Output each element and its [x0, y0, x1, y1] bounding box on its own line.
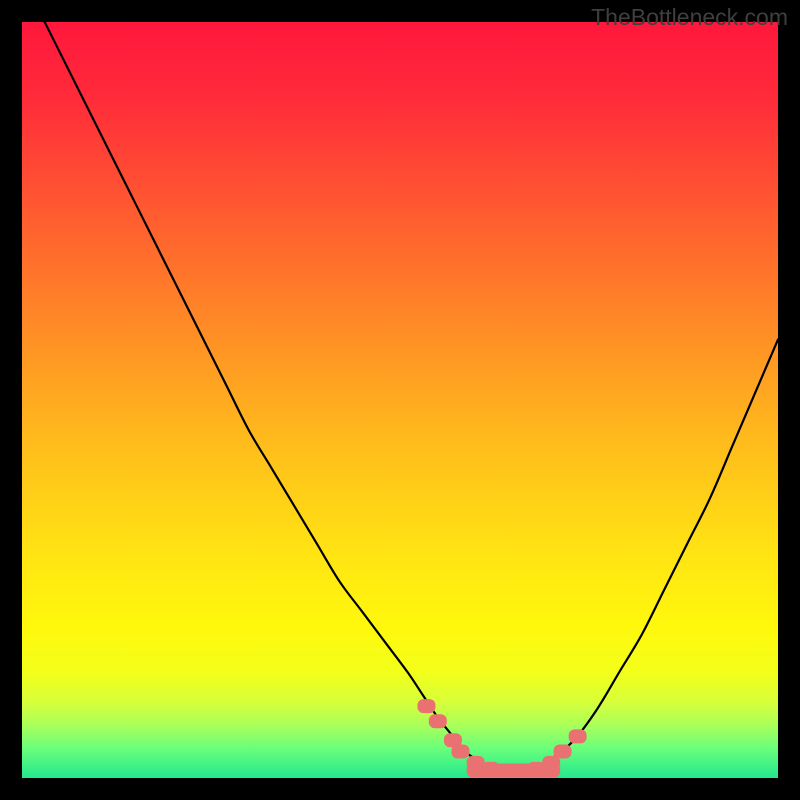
marker-point — [554, 745, 572, 759]
chart-frame: TheBottleneck.com — [0, 0, 800, 800]
marker-point — [569, 729, 587, 743]
gradient-background — [22, 22, 778, 778]
watermark-text: TheBottleneck.com — [591, 4, 788, 31]
marker-point — [417, 699, 435, 713]
plot-area — [22, 22, 778, 778]
marker-point — [451, 745, 469, 759]
bottleneck-chart — [22, 22, 778, 778]
marker-point — [429, 714, 447, 728]
